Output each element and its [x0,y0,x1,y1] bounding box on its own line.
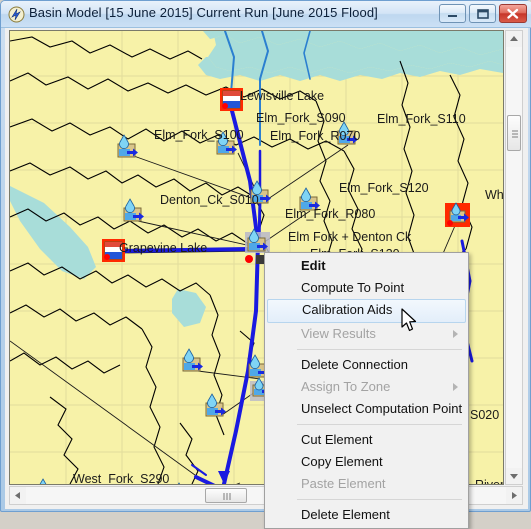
menu-item-label: Delete Connection [301,357,408,372]
map-label: Elm_Fork_S090 [256,111,346,125]
menu-item-label: Cut Element [301,432,373,447]
map-label: River_ [475,478,503,484]
menu-item-copy-element[interactable]: Copy Element [265,451,468,473]
vertical-scroll-thumb[interactable] [507,115,521,151]
menu-item-paste-element[interactable]: Paste Element [265,473,468,495]
menu-item-edit[interactable]: Edit [265,255,468,277]
menu-item-label: View Results [301,326,376,341]
maximize-button[interactable] [469,4,496,23]
map-label: S020 [470,408,499,422]
menu-separator [297,499,462,500]
menu-item-label: Delete Element [301,507,390,522]
map-label: Whit [485,188,503,202]
chevron-right-icon [453,383,458,391]
map-label: Elm_Fork_R080 [285,207,375,221]
menu-item-unselect-computation-point[interactable]: Unselect Computation Point [265,398,468,420]
scroll-down-arrow[interactable] [506,468,522,484]
chevron-right-icon [453,330,458,338]
menu-item-assign-to-zone[interactable]: Assign To Zone [265,376,468,398]
menu-item-cut-element[interactable]: Cut Element [265,429,468,451]
map-label: Denton_Ck_S010 [160,193,259,207]
menu-item-compute-to-point[interactable]: Compute To Point [265,277,468,299]
menu-item-delete-element[interactable]: Delete Element [265,504,468,526]
menu-item-calibration-aids[interactable]: Calibration Aids [267,299,466,323]
map-label: Grapevine Lake [119,241,207,255]
close-button[interactable] [499,4,527,23]
element-context-menu[interactable]: Edit Compute To Point Calibration Aids V… [264,252,469,529]
map-label: Elm_Fork_S120 [339,181,429,195]
map-label: West_Fork_S290 [73,472,169,484]
map-label: Elm Fork + Denton Ck [288,230,412,244]
menu-item-label: Assign To Zone [301,379,391,394]
scroll-left-arrow[interactable] [10,487,26,504]
menu-item-delete-connection[interactable]: Delete Connection [265,354,468,376]
basin-model-window: Basin Model [15 June 2015] Current Run [… [0,0,531,529]
computation-point-marker [245,255,253,263]
menu-item-label: Calibration Aids [302,302,393,317]
menu-item-label: Copy Element [301,454,383,469]
scroll-right-arrow[interactable] [506,487,522,504]
client-area: Lewisville Lake Elm_Fork_S090 Elm_Fork_S… [5,28,528,529]
menu-item-view-results[interactable]: View Results [265,323,468,345]
menu-item-label: Paste Element [301,476,386,491]
node-whitney-junction[interactable] [445,202,470,227]
title-bar[interactable]: Basin Model [15 June 2015] Current Run [… [1,1,531,28]
map-label: Elm_Fork_S110 [377,112,466,126]
window-title: Basin Model [15 June 2015] Current Run [… [29,5,378,20]
horizontal-scroll-thumb[interactable] [205,488,247,503]
scroll-up-arrow[interactable] [506,31,522,47]
map-label: Elm_Fork_R070 [270,129,360,143]
menu-item-label: Edit [301,258,326,273]
map-label: Lewisville Lake [240,89,324,103]
vertical-scrollbar[interactable] [505,30,523,485]
basin-model-icon [8,6,25,23]
menu-separator [297,349,462,350]
map-label: Elm_Fork_S100 [154,128,244,142]
minimize-button[interactable] [439,4,466,23]
menu-item-label: Unselect Computation Point [301,401,463,416]
menu-item-label: Compute To Point [301,280,405,295]
menu-separator [297,424,462,425]
